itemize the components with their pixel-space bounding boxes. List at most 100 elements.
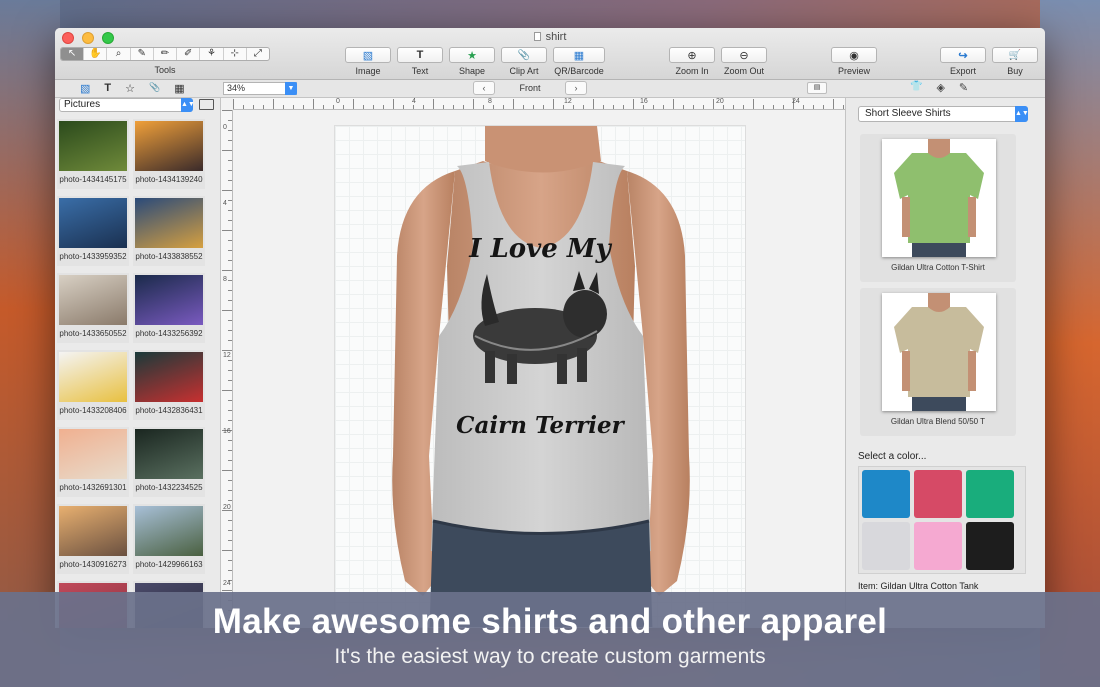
color-swatch[interactable] bbox=[914, 470, 962, 518]
ruler-tick bbox=[228, 480, 232, 481]
ruler-tick bbox=[343, 105, 344, 109]
photo-thumbnail[interactable]: photo-1433208406 bbox=[57, 350, 129, 420]
photo-thumbnail[interactable]: photo-1429966163 bbox=[133, 504, 205, 574]
ruler-tick bbox=[603, 105, 604, 109]
garment-category-select[interactable]: Short Sleeve Shirts ▲▼ bbox=[858, 106, 1029, 122]
clipart-library-icon[interactable]: 📎 bbox=[149, 82, 160, 95]
ruler-tick bbox=[263, 105, 264, 109]
ruler-tick bbox=[483, 105, 484, 109]
photo-thumbnail[interactable]: photo-1433959352 bbox=[57, 196, 129, 266]
photo-thumbnail[interactable]: photo-1432836431 bbox=[133, 350, 205, 420]
color-swatch[interactable] bbox=[914, 522, 962, 570]
ruler-tick bbox=[228, 340, 232, 341]
paperclip-icon[interactable]: 📎 bbox=[501, 47, 547, 63]
design-text-line-1[interactable]: I Love My bbox=[335, 234, 745, 264]
ruler-tick bbox=[228, 540, 232, 541]
garment-option[interactable]: Gildan Ultra Cotton T-Shirt bbox=[860, 134, 1016, 282]
photo-thumbnail[interactable]: photo-1432234525 bbox=[133, 427, 205, 497]
photo-caption: photo-1433959352 bbox=[59, 252, 127, 261]
photo-source-value: Pictures bbox=[64, 99, 101, 110]
ruler-label: 16 bbox=[223, 428, 231, 435]
zoom-in-label: Zoom In bbox=[675, 66, 709, 76]
ruler-tick bbox=[833, 99, 834, 109]
tools-segmented-control: ↖ ✋ ⌕ ✎ ✏ ✐ ⚘ ⊹ ⤢ bbox=[60, 47, 270, 61]
hand-tool-icon[interactable]: ✋ bbox=[84, 48, 108, 60]
eye-icon[interactable]: ◉ bbox=[831, 47, 877, 63]
chevron-down-icon: ▼ bbox=[285, 82, 297, 95]
shape-icon[interactable]: ★ bbox=[449, 47, 495, 63]
next-side-button[interactable]: › bbox=[565, 81, 587, 95]
magnify-tool-icon[interactable]: ⌕ bbox=[107, 48, 131, 60]
edit-tab-icon[interactable]: ✎ bbox=[959, 81, 968, 94]
brush-tool-icon[interactable]: ✐ bbox=[177, 48, 201, 60]
garment-caption: Gildan Ultra Blend 50/50 T bbox=[890, 417, 986, 426]
color-swatch[interactable] bbox=[862, 470, 910, 518]
ruler-tick bbox=[228, 260, 232, 261]
zoom-select[interactable]: 34% ▼ bbox=[223, 82, 297, 95]
ruler-label: 16 bbox=[640, 98, 648, 105]
ruler-tick bbox=[823, 105, 824, 109]
qr-code-icon[interactable]: ▦ bbox=[553, 47, 605, 63]
qr-library-icon[interactable]: ▦ bbox=[174, 82, 184, 95]
ruler-label: 20 bbox=[223, 504, 231, 511]
ruler-tick bbox=[393, 99, 394, 109]
side-navigator: ‹ Front › bbox=[473, 81, 587, 95]
toolbar-text: T Text bbox=[397, 47, 443, 76]
photo-thumbnail[interactable]: photo-1434139240 bbox=[133, 119, 205, 189]
photo-thumbnail[interactable]: photo-1432691301 bbox=[57, 427, 129, 497]
shirt-artboard[interactable]: I Love My Cairn Terrier bbox=[334, 125, 746, 628]
garment-option[interactable]: Gildan Ultra Blend 50/50 T bbox=[860, 288, 1016, 436]
photo-thumbnail[interactable]: photo-1433256392 bbox=[133, 273, 205, 343]
photo-image bbox=[59, 506, 127, 556]
side-label: Front bbox=[519, 83, 541, 93]
photo-thumbnail[interactable]: photo-1430916273 bbox=[57, 504, 129, 574]
text-library-icon[interactable]: T bbox=[104, 82, 111, 95]
garment-photo bbox=[882, 293, 996, 411]
shape-library-icon[interactable]: ☆ bbox=[125, 82, 135, 95]
zoom-in-icon[interactable]: ⊕ bbox=[669, 47, 715, 63]
photo-source-select[interactable]: Pictures ▲▼ bbox=[59, 98, 195, 112]
photo-thumbnail[interactable]: photo-1433650552 bbox=[57, 273, 129, 343]
photo-thumbnail[interactable]: photo-1433838552 bbox=[133, 196, 205, 266]
pencil-tool-icon[interactable]: ✏ bbox=[154, 48, 178, 60]
cart-icon[interactable]: 🛒 bbox=[992, 47, 1038, 63]
ruler-tick bbox=[633, 99, 634, 109]
select-tool-icon[interactable]: ↖ bbox=[61, 48, 85, 60]
shirt-tab-icon[interactable]: 👕 bbox=[910, 81, 922, 94]
image-icon[interactable]: ▧ bbox=[345, 47, 391, 63]
ruler-tick bbox=[513, 99, 514, 109]
ruler-label: 8 bbox=[488, 98, 492, 105]
image-library-icon[interactable]: ▧ bbox=[80, 82, 90, 95]
color-swatch[interactable] bbox=[966, 470, 1014, 518]
ruler-tick bbox=[703, 105, 704, 109]
photo-thumbnail[interactable]: photo-1434145175 bbox=[57, 119, 129, 189]
export-icon[interactable]: ↪ bbox=[940, 47, 986, 63]
photo-caption: photo-1433208406 bbox=[59, 406, 127, 415]
photo-caption: photo-1432234525 bbox=[135, 483, 203, 492]
photo-caption: photo-1430916273 bbox=[59, 560, 127, 569]
layers-tab-icon[interactable]: ◈ bbox=[936, 81, 944, 94]
ruler-tick bbox=[228, 300, 232, 301]
text-icon[interactable]: T bbox=[397, 47, 443, 63]
zoom-out-icon[interactable]: ⊖ bbox=[721, 47, 767, 63]
ruler-tick bbox=[228, 500, 232, 501]
add-point-tool-icon[interactable]: ⊹ bbox=[224, 48, 247, 60]
curve-tool-icon[interactable]: ⤢ bbox=[247, 48, 269, 60]
previous-side-button[interactable]: ‹ bbox=[473, 81, 495, 95]
selected-item-label: Item: Gildan Ultra Cotton Tank bbox=[858, 581, 979, 591]
promo-banner: Make awesome shirts and other apparel It… bbox=[0, 592, 1100, 687]
panel-toggle-icon[interactable]: ▤ bbox=[807, 82, 827, 94]
ruler-tick bbox=[323, 105, 324, 109]
toolbar-shape: ★ Shape bbox=[449, 47, 495, 76]
ruler-tick bbox=[313, 99, 314, 109]
ruler-tick bbox=[733, 105, 734, 109]
pen-tool-icon[interactable]: ✎ bbox=[131, 48, 154, 60]
horizontal-ruler: 0 4 8 12 16 20 24 bbox=[233, 98, 845, 110]
design-text-line-2[interactable]: Cairn Terrier bbox=[335, 412, 745, 439]
vector-tool-icon[interactable]: ⚘ bbox=[200, 48, 224, 60]
color-swatch[interactable] bbox=[966, 522, 1014, 570]
ruler-tick bbox=[543, 105, 544, 109]
chevron-down-icon: ▲▼ bbox=[181, 98, 195, 112]
color-swatch[interactable] bbox=[862, 522, 910, 570]
folder-icon[interactable] bbox=[199, 99, 214, 110]
